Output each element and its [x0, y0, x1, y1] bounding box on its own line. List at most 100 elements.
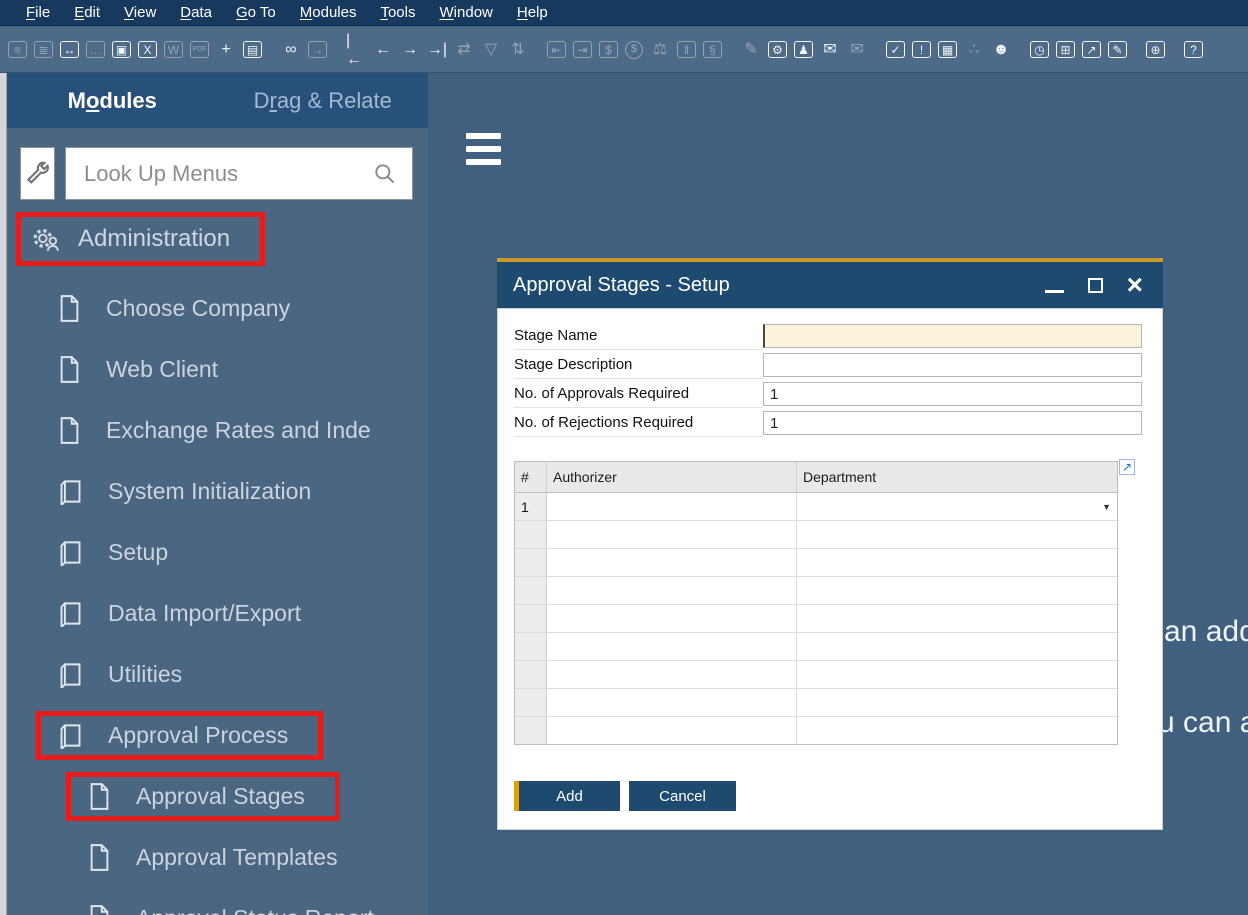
minimize-icon[interactable]: [1045, 290, 1064, 293]
export-pdf-icon[interactable]: PDF: [190, 41, 209, 58]
sidebar-item-utilities[interactable]: Utilities: [7, 644, 428, 705]
schedule-window-icon[interactable]: ◷: [1030, 41, 1049, 58]
department-cell[interactable]: [797, 717, 1117, 744]
print-icon[interactable]: ≣: [34, 41, 53, 58]
exchange-rate-window-icon[interactable]: ↗: [1082, 41, 1101, 58]
search-input[interactable]: [66, 161, 372, 187]
sidebar-item-approval-stages[interactable]: Approval Stages: [7, 766, 428, 827]
table-row[interactable]: [515, 521, 1117, 549]
table-row[interactable]: [515, 661, 1117, 689]
sidebar-item-choose-company[interactable]: Choose Company: [7, 278, 428, 339]
column-header-department[interactable]: Department: [797, 462, 1117, 492]
field-input-no-of-rejections-required[interactable]: [763, 410, 1142, 436]
department-cell[interactable]: [797, 521, 1117, 548]
next-form-icon[interactable]: ⇥: [573, 41, 592, 58]
stage-name-input[interactable]: [763, 324, 1142, 348]
field-input-stage-name[interactable]: [763, 323, 1142, 349]
checklist-icon[interactable]: ✓: [886, 41, 905, 58]
tab-modules[interactable]: Modules: [7, 88, 218, 114]
department-cell[interactable]: ▼: [797, 493, 1117, 520]
table-row[interactable]: [515, 633, 1117, 661]
hamburger-menu-icon[interactable]: [466, 133, 501, 172]
sidebar-item-approval-status-report[interactable]: Approval Status Report: [7, 888, 428, 915]
sidebar-item-administration[interactable]: Administration: [7, 207, 428, 271]
document-currency-icon[interactable]: $: [599, 41, 618, 58]
sidebar-item-data-import-export[interactable]: Data Import/Export: [7, 583, 428, 644]
table-lock-icon[interactable]: ▤: [243, 41, 262, 58]
menu-item-edit[interactable]: Edit: [74, 4, 100, 21]
find-binoculars-icon[interactable]: ∞: [281, 40, 301, 59]
customize-menu-button[interactable]: [20, 147, 55, 200]
close-icon[interactable]: ×: [1127, 275, 1143, 295]
user-icon[interactable]: ☻: [991, 40, 1011, 59]
column-header-num[interactable]: #: [515, 462, 547, 492]
scales-icon[interactable]: ⚖: [650, 40, 670, 59]
table-row[interactable]: [515, 549, 1117, 577]
authorizer-cell[interactable]: [547, 689, 797, 716]
authorizer-cell[interactable]: [547, 493, 797, 520]
field-input-stage-description[interactable]: [763, 352, 1142, 378]
sidebar-item-system-initialization[interactable]: System Initialization: [7, 461, 428, 522]
previous-form-icon[interactable]: ⇤: [547, 41, 566, 58]
dropdown-arrow-icon[interactable]: ▼: [1102, 502, 1111, 512]
authorizer-cell[interactable]: [547, 577, 797, 604]
report-edit-window-icon[interactable]: ✎: [1108, 41, 1127, 58]
authorizer-cell[interactable]: [547, 661, 797, 688]
split-document-icon[interactable]: ‖: [677, 41, 696, 58]
link-arrow-icon[interactable]: →: [308, 41, 327, 58]
messages-icon[interactable]: ✉: [820, 40, 840, 59]
sidebar-item-setup[interactable]: Setup: [7, 522, 428, 583]
table-row[interactable]: [515, 605, 1117, 633]
calendar-icon[interactable]: ↔: [60, 41, 79, 58]
menu-item-go-to[interactable]: Go To: [236, 4, 276, 21]
department-cell[interactable]: [797, 577, 1117, 604]
menu-item-help[interactable]: Help: [517, 4, 548, 21]
authorizer-cell[interactable]: [547, 549, 797, 576]
table-row[interactable]: [515, 689, 1117, 717]
menu-item-window[interactable]: Window: [440, 4, 493, 21]
cancel-button[interactable]: Cancel: [629, 781, 736, 811]
edit-pencil-icon[interactable]: ✎: [741, 40, 761, 59]
documents-icon[interactable]: ▣: [112, 41, 131, 58]
table-row[interactable]: [515, 717, 1117, 744]
tab-drag-relate[interactable]: Drag & Relate: [218, 88, 429, 114]
settings-window-icon[interactable]: ⚙: [768, 41, 787, 58]
sidebar-item-approval-templates[interactable]: Approval Templates: [7, 827, 428, 888]
department-cell[interactable]: [797, 661, 1117, 688]
authorizer-cell[interactable]: [547, 633, 797, 660]
refresh-icon[interactable]: ⇄: [454, 40, 474, 59]
table-expand-icon[interactable]: ↗: [1119, 459, 1135, 475]
org-chart-icon[interactable]: ∴: [964, 40, 984, 59]
authorizer-cell[interactable]: [547, 605, 797, 632]
document-search-icon[interactable]: §: [703, 41, 722, 58]
previous-record-icon[interactable]: ←: [373, 40, 393, 59]
department-cell[interactable]: [797, 605, 1117, 632]
table-row[interactable]: 1▼: [515, 493, 1117, 521]
next-record-icon[interactable]: →: [400, 40, 420, 59]
alerts-icon[interactable]: ♟: [794, 41, 813, 58]
department-cell[interactable]: [797, 689, 1117, 716]
menu-item-modules[interactable]: Modules: [300, 4, 357, 21]
add-button[interactable]: Add: [514, 781, 620, 811]
authorizer-cell[interactable]: [547, 717, 797, 744]
menu-item-tools[interactable]: Tools: [380, 4, 415, 21]
help-icon[interactable]: ?: [1184, 41, 1203, 58]
column-header-authorizer[interactable]: Authorizer: [547, 462, 797, 492]
sidebar-item-approval-process[interactable]: Approval Process: [7, 705, 428, 766]
filter-icon[interactable]: ▽: [481, 40, 501, 59]
sort-icon[interactable]: ⇅: [508, 40, 528, 59]
sidebar-item-web-client[interactable]: Web Client: [7, 339, 428, 400]
authorizer-cell[interactable]: [547, 521, 797, 548]
table-row[interactable]: [515, 577, 1117, 605]
menu-item-file[interactable]: File: [26, 4, 50, 21]
export-excel-icon[interactable]: X: [138, 41, 157, 58]
payment-icon[interactable]: $: [625, 41, 643, 59]
calculator-icon[interactable]: ▦: [938, 41, 957, 58]
last-record-icon[interactable]: →|: [427, 40, 447, 59]
department-cell[interactable]: [797, 633, 1117, 660]
remarks-icon[interactable]: …: [86, 41, 105, 58]
grid-window-icon[interactable]: ⊞: [1056, 41, 1075, 58]
forward-message-icon[interactable]: ✉: [847, 40, 867, 59]
maximize-icon[interactable]: [1088, 278, 1103, 293]
no-of-rejections-required-input[interactable]: [763, 411, 1142, 435]
